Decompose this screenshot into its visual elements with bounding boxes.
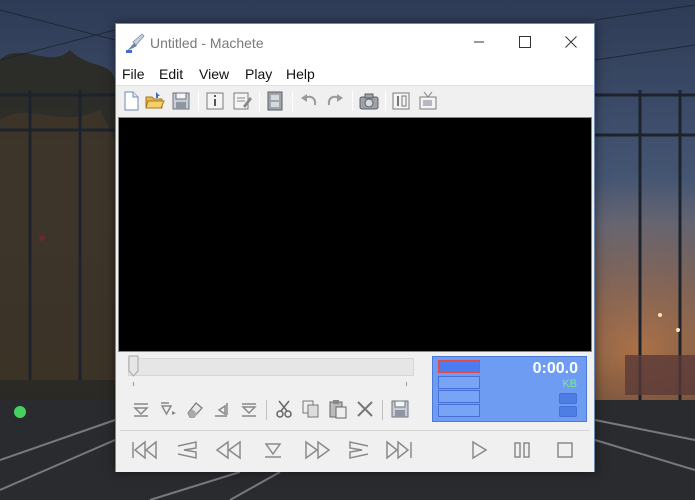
- close-icon: [565, 36, 577, 48]
- toolbar-separator: [385, 91, 386, 111]
- minimize-icon: [474, 41, 484, 43]
- paste-icon[interactable]: [327, 398, 349, 420]
- main-toolbar: [116, 87, 594, 115]
- mark-back-icon[interactable]: [211, 398, 233, 420]
- window-title: Untitled - Machete: [150, 35, 264, 51]
- minimize-button[interactable]: [456, 24, 502, 60]
- mark-in-icon[interactable]: [130, 398, 152, 420]
- rewind-icon[interactable]: [212, 436, 246, 464]
- machete-window: Untitled - Machete File Edit View Play H…: [115, 23, 595, 472]
- slider-tick-end: [406, 382, 407, 386]
- display-field: [438, 390, 480, 403]
- menu-view[interactable]: View: [199, 66, 229, 82]
- delete-icon[interactable]: [354, 398, 376, 420]
- menu-bar: File Edit View Play Help: [116, 62, 594, 86]
- play-icon[interactable]: [462, 436, 496, 464]
- video-display[interactable]: [118, 117, 592, 352]
- film-icon[interactable]: [264, 90, 286, 112]
- edit-tags-icon[interactable]: [231, 90, 253, 112]
- edit-separator: [382, 400, 383, 420]
- machete-app-icon: [126, 33, 145, 53]
- menu-edit[interactable]: Edit: [159, 66, 183, 82]
- position-slider-thumb[interactable]: [128, 355, 139, 377]
- save-icon[interactable]: [170, 90, 192, 112]
- goto-mark-icon[interactable]: [256, 436, 290, 464]
- toolbar-separator: [352, 91, 353, 111]
- snapshot-camera-icon[interactable]: [358, 90, 380, 112]
- display-field-active: [438, 360, 480, 373]
- mark-out-icon[interactable]: [238, 398, 260, 420]
- skip-to-end-icon[interactable]: [382, 436, 416, 464]
- close-button[interactable]: [548, 24, 594, 60]
- fast-forward-icon[interactable]: [300, 436, 334, 464]
- toolbar-separator: [198, 91, 199, 111]
- display-indicator: [559, 393, 577, 404]
- copy-icon[interactable]: [300, 398, 322, 420]
- stop-icon[interactable]: [548, 436, 582, 464]
- save-selection-icon[interactable]: [389, 398, 411, 420]
- display-field: [438, 404, 480, 417]
- cut-icon[interactable]: [273, 398, 295, 420]
- next-marker-icon[interactable]: [342, 436, 376, 464]
- eraser-icon[interactable]: [184, 398, 206, 420]
- prev-marker-icon[interactable]: [170, 436, 204, 464]
- control-panel: 0:00.0 KB: [116, 352, 594, 472]
- menu-file[interactable]: File: [122, 66, 145, 82]
- maximize-icon: [519, 36, 531, 48]
- position-slider-track[interactable]: [128, 358, 414, 376]
- undo-icon[interactable]: [298, 90, 320, 112]
- menu-play[interactable]: Play: [245, 66, 272, 82]
- info-icon[interactable]: [204, 90, 226, 112]
- status-display: 0:00.0 KB: [432, 356, 587, 422]
- maximize-button[interactable]: [502, 24, 548, 60]
- display-field: [438, 376, 480, 389]
- toolbar-separator: [292, 91, 293, 111]
- edit-separator: [266, 400, 267, 420]
- new-file-icon[interactable]: [120, 90, 142, 112]
- panel-divider: [120, 430, 590, 431]
- size-unit-label: KB: [562, 378, 577, 390]
- key-indicator-icon: [559, 406, 577, 417]
- skip-to-start-icon[interactable]: [128, 436, 162, 464]
- time-readout: 0:00.0: [532, 360, 578, 377]
- slider-tick-start: [133, 382, 134, 386]
- pause-icon[interactable]: [505, 436, 539, 464]
- open-folder-icon[interactable]: [144, 90, 166, 112]
- menu-help[interactable]: Help: [286, 66, 315, 82]
- title-bar[interactable]: Untitled - Machete: [116, 24, 594, 62]
- tv-icon[interactable]: [417, 90, 439, 112]
- redo-icon[interactable]: [324, 90, 346, 112]
- mark-play-icon[interactable]: [157, 398, 179, 420]
- frame-icon[interactable]: [390, 90, 412, 112]
- toolbar-separator: [259, 91, 260, 111]
